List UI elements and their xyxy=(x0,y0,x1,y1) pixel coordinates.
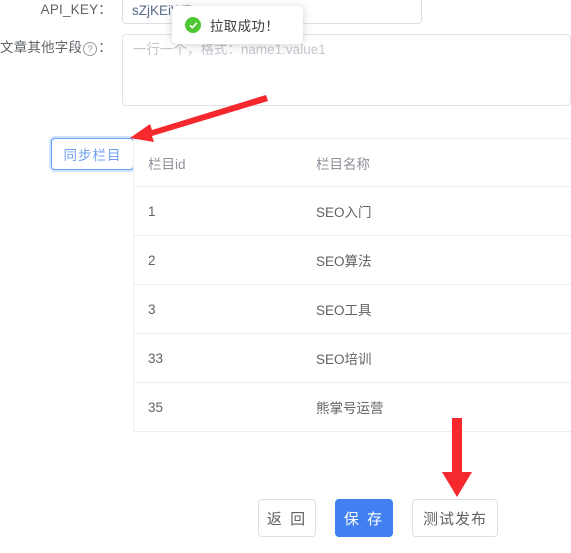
success-check-circle-icon xyxy=(185,17,201,33)
table-header-row: 栏目id 栏目名称 xyxy=(134,139,571,187)
test-publish-button[interactable]: 测试发布 xyxy=(412,499,498,537)
sync-columns-button[interactable]: 同步栏目 xyxy=(51,138,134,170)
cell-column-id: 35 xyxy=(134,382,302,432)
success-toast: 拉取成功！ xyxy=(172,6,303,44)
cell-column-id: 2 xyxy=(134,235,302,285)
table-row[interactable]: 35 熊掌号运营 xyxy=(134,382,571,432)
save-button[interactable]: 保 存 xyxy=(335,499,393,537)
cell-column-name: SEO工具 xyxy=(302,284,571,334)
back-button[interactable]: 返 回 xyxy=(258,499,316,537)
cell-column-name: SEO培训 xyxy=(302,333,571,383)
extra-fields-row: 文章其他字段 ? ： xyxy=(0,34,571,106)
table-row[interactable]: 3 SEO工具 xyxy=(134,284,571,334)
cell-column-id: 1 xyxy=(134,186,302,236)
column-header-id: 栏目id xyxy=(134,139,302,187)
cell-column-name: SEO入门 xyxy=(302,186,571,236)
question-mark-circle-icon[interactable]: ? xyxy=(83,42,98,56)
extra-fields-label: 文章其他字段 ? ： xyxy=(0,34,122,62)
cell-column-name: SEO算法 xyxy=(302,235,571,285)
table-row[interactable]: 33 SEO培训 xyxy=(134,333,571,383)
table-row[interactable]: 1 SEO入门 xyxy=(134,186,571,236)
table-row[interactable]: 2 SEO算法 xyxy=(134,235,571,285)
api-key-label: API_KEY： xyxy=(40,2,112,17)
extra-fields-label-text: 文章其他字段 xyxy=(0,40,83,55)
cell-column-id: 33 xyxy=(134,333,302,383)
cell-column-id: 3 xyxy=(134,284,302,334)
footer-button-bar: 返 回 保 存 测试发布 xyxy=(258,499,498,537)
settings-form-page: API_KEY： 文章其他字段 ? ： 同步栏目 栏目id 栏目名称 xyxy=(0,0,571,553)
toast-message: 拉取成功！ xyxy=(210,19,279,34)
extra-fields-textarea[interactable] xyxy=(121,34,571,106)
column-header-name: 栏目名称 xyxy=(302,139,571,187)
extra-fields-label-colon: ： xyxy=(98,40,112,55)
columns-table: 栏目id 栏目名称 1 SEO入门 2 SEO算法 3 SEO工具 33 SEO… xyxy=(133,138,571,432)
cell-column-name: 熊掌号运营 xyxy=(302,382,571,432)
